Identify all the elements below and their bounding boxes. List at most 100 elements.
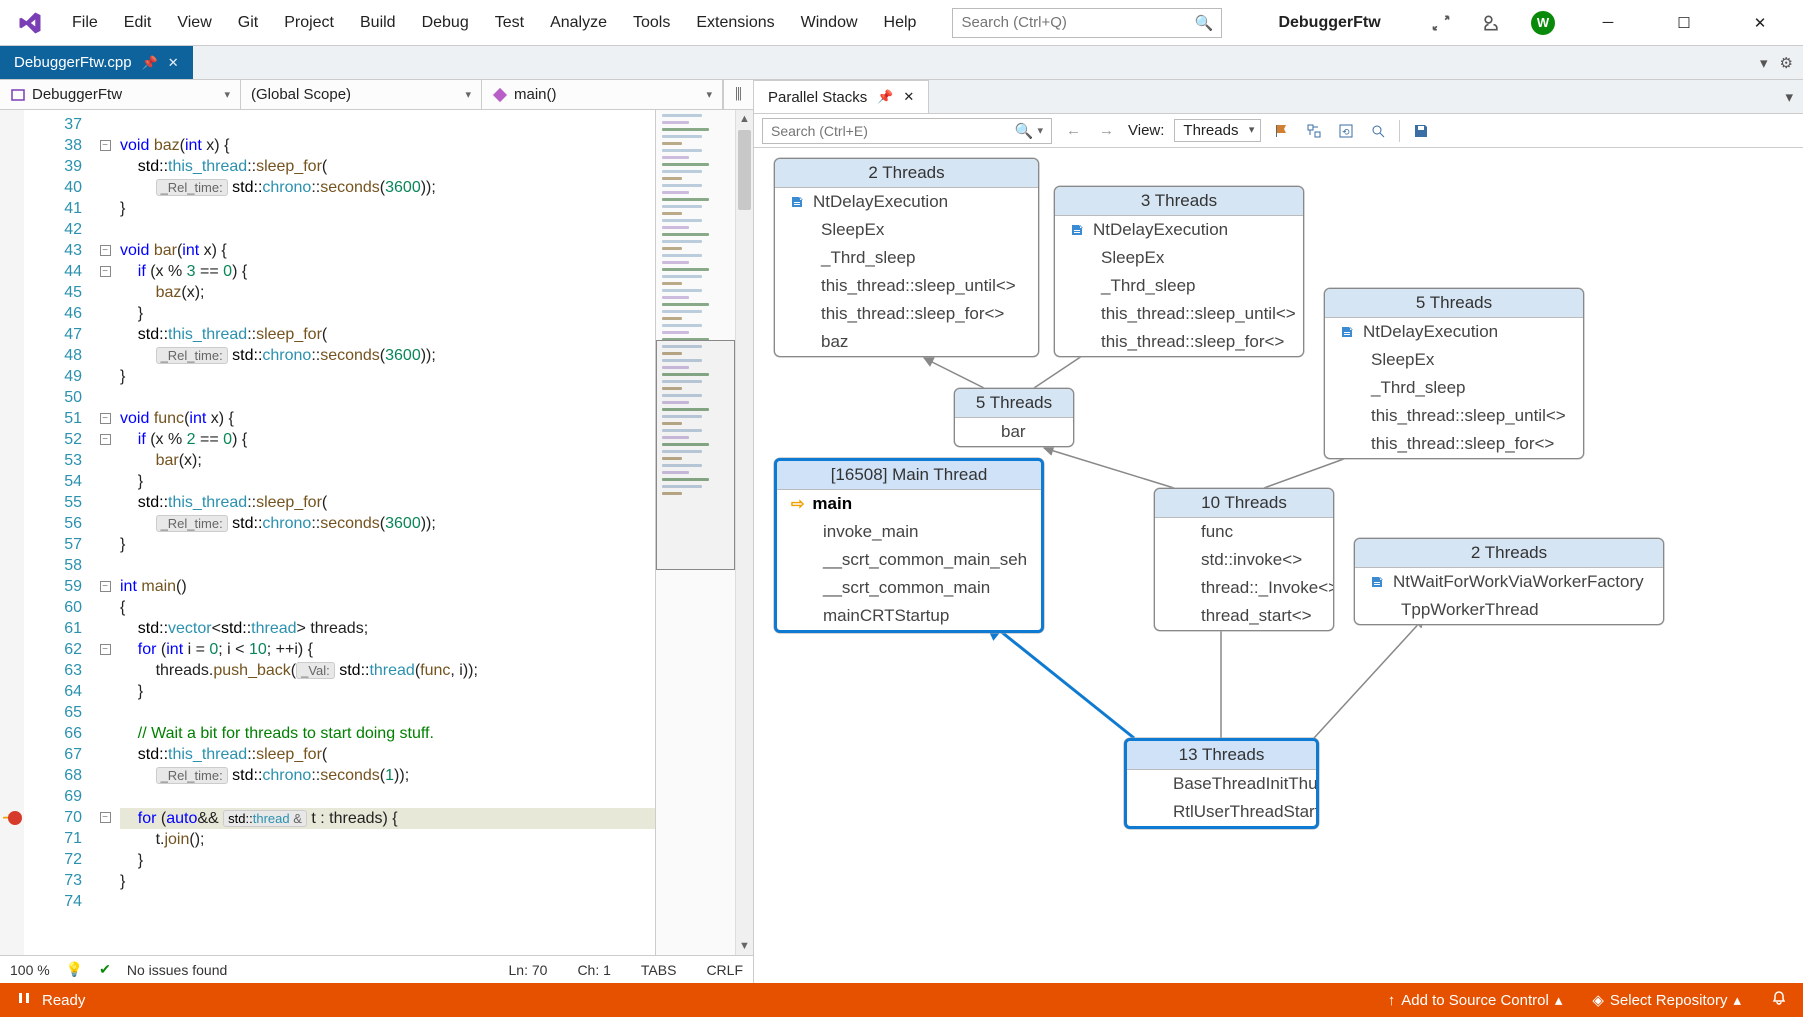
window-settings-icon[interactable]: ⚙ [1780,54,1793,72]
parallel-stacks-search-input[interactable] [771,123,1015,139]
stack-box-b2b[interactable]: 2 ThreadsNtWaitForWorkViaWorkerFactoryTp… [1354,538,1664,625]
project-scope-dropdown[interactable]: DebuggerFtw ▾ [0,80,241,109]
autoscroll-icon[interactable]: ⟲ [1335,120,1357,142]
scroll-thumb[interactable] [738,130,751,210]
stack-frame[interactable]: NtDelayExecution [1325,318,1583,346]
stack-frame[interactable]: NtDelayExecution [775,188,1038,216]
stack-frame[interactable]: _Thrd_sleep [775,244,1038,272]
stack-frame[interactable]: SleepEx [775,216,1038,244]
stack-box-b2a[interactable]: 2 ThreadsNtDelayExecutionSleepEx_Thrd_sl… [774,158,1039,357]
select-repository[interactable]: ◈ Select Repository ▴ [1592,991,1741,1009]
stack-frame[interactable]: NtDelayExecution [1055,216,1303,244]
stack-box-b3[interactable]: 3 ThreadsNtDelayExecutionSleepEx_Thrd_sl… [1054,186,1304,357]
window-menu-icon[interactable]: ▾ [1785,88,1793,106]
stack-frame[interactable]: BaseThreadInitThunk [1127,770,1316,798]
menu-extensions[interactable]: Extensions [686,10,784,36]
stack-frame[interactable]: __scrt_common_main [777,574,1041,602]
code-text-area[interactable]: void baz(int x) { std::this_thread::slee… [116,110,655,955]
menu-project[interactable]: Project [274,10,344,36]
minimap-viewport[interactable] [656,340,735,570]
document-tab-active[interactable]: DebuggerFtw.cpp 📌 ✕ [0,46,193,79]
stack-frame[interactable]: SleepEx [1325,346,1583,374]
stack-frame[interactable]: invoke_main [777,518,1041,546]
maximize-button[interactable]: ☐ [1661,7,1707,39]
minimize-button[interactable]: ─ [1585,7,1631,39]
close-tab-icon[interactable]: ✕ [903,89,914,105]
pin-icon[interactable]: 📌 [142,55,158,71]
zoom-icon[interactable] [1367,120,1389,142]
tab-overflow-icon[interactable]: ▾ [1760,54,1768,72]
stack-frame[interactable]: baz [775,328,1038,356]
nav-back-icon[interactable]: ← [1062,122,1085,139]
stack-frame[interactable]: func [1155,518,1333,546]
stack-frame[interactable]: TppWorkerThread [1355,596,1663,624]
indent-mode[interactable]: TABS [641,962,677,978]
parallel-stacks-search[interactable]: 🔍 ▾ [762,118,1052,144]
add-to-source-control[interactable]: ↑ Add to Source Control ▴ [1388,991,1563,1009]
stack-frame[interactable]: _Thrd_sleep [1055,272,1303,300]
line-endings[interactable]: CRLF [706,962,743,978]
parallel-stacks-tab[interactable]: Parallel Stacks 📌 ✕ [754,80,929,113]
close-tab-icon[interactable]: ✕ [168,55,179,71]
solution-name[interactable]: DebuggerFtw [1248,12,1410,34]
split-editor-icon[interactable]: ⫼ [723,80,753,109]
stack-box-b5bar[interactable]: 5 Threadsbar [954,388,1074,447]
cursor-line[interactable]: Ln: 70 [509,962,548,978]
close-button[interactable]: ✕ [1737,7,1783,39]
breakpoint-margin[interactable]: ➜ [0,110,24,955]
stack-frame[interactable]: this_thread::sleep_until<> [1325,402,1583,430]
stack-frame[interactable]: thread_start<> [1155,602,1333,630]
scroll-up-icon[interactable]: ▲ [736,110,753,128]
menu-build[interactable]: Build [350,10,406,36]
outlining-margin[interactable]: −−−−−−−− [94,110,116,955]
save-icon[interactable] [1410,120,1432,142]
menu-file[interactable]: File [62,10,108,36]
menu-tools[interactable]: Tools [623,10,680,36]
stack-frame[interactable]: mainCRTStartup [777,602,1041,630]
stack-frame[interactable]: this_thread::sleep_until<> [775,272,1038,300]
zoom-level[interactable]: 100 % [10,962,50,978]
menu-edit[interactable]: Edit [114,10,162,36]
user-avatar[interactable]: W [1531,11,1555,35]
search-dropdown-icon[interactable]: ▾ [1037,124,1043,137]
notifications-icon[interactable] [1771,990,1787,1010]
menu-test[interactable]: Test [485,10,534,36]
editor-vertical-scrollbar[interactable]: ▲ ▼ [735,110,753,955]
stack-frame[interactable]: _Thrd_sleep [1325,374,1583,402]
feedback-icon[interactable] [1481,13,1501,33]
global-search-input[interactable] [961,14,1194,31]
code-minimap[interactable] [655,110,735,955]
stack-frame[interactable]: bar [955,418,1073,446]
menu-help[interactable]: Help [874,10,927,36]
flag-icon[interactable] [1271,120,1293,142]
stack-frame[interactable]: NtWaitForWorkViaWorkerFactory [1355,568,1663,596]
issues-text[interactable]: No issues found [127,962,227,978]
menu-analyze[interactable]: Analyze [540,10,617,36]
stack-frame[interactable]: this_thread::sleep_until<> [1055,300,1303,328]
scroll-down-icon[interactable]: ▼ [736,937,753,955]
parallel-stacks-canvas[interactable]: 2 ThreadsNtDelayExecutionSleepEx_Thrd_sl… [754,148,1803,983]
stack-frame[interactable]: __scrt_common_main_seh [777,546,1041,574]
view-dropdown[interactable]: Threads [1174,119,1261,142]
stack-frame[interactable]: RtlUserThreadStart [1127,798,1316,826]
pin-icon[interactable]: 📌 [877,89,893,105]
stack-frame[interactable]: std::invoke<> [1155,546,1333,574]
nav-forward-icon[interactable]: → [1095,122,1118,139]
live-share-icon[interactable] [1431,13,1451,33]
stack-frame[interactable]: this_thread::sleep_for<> [775,300,1038,328]
cursor-col[interactable]: Ch: 1 [577,962,610,978]
class-scope-dropdown[interactable]: (Global Scope) ▾ [241,80,482,109]
global-search-box[interactable]: 🔍 [952,8,1222,38]
stack-frame[interactable]: this_thread::sleep_for<> [1325,430,1583,458]
menu-git[interactable]: Git [228,10,268,36]
function-scope-dropdown[interactable]: main() ▾ [482,80,723,109]
stack-frame[interactable]: ⇨main [777,490,1041,518]
menu-debug[interactable]: Debug [412,10,479,36]
stack-box-b13[interactable]: 13 ThreadsBaseThreadInitThunkRtlUserThre… [1124,738,1319,829]
toggle-method-view-icon[interactable] [1303,120,1325,142]
stack-box-b10[interactable]: 10 Threadsfuncstd::invoke<>thread::_Invo… [1154,488,1334,631]
lightbulb-icon[interactable]: 💡 [66,961,83,978]
stack-box-b5top[interactable]: 5 ThreadsNtDelayExecutionSleepEx_Thrd_sl… [1324,288,1584,459]
stack-frame[interactable]: this_thread::sleep_for<> [1055,328,1303,356]
menu-window[interactable]: Window [791,10,868,36]
